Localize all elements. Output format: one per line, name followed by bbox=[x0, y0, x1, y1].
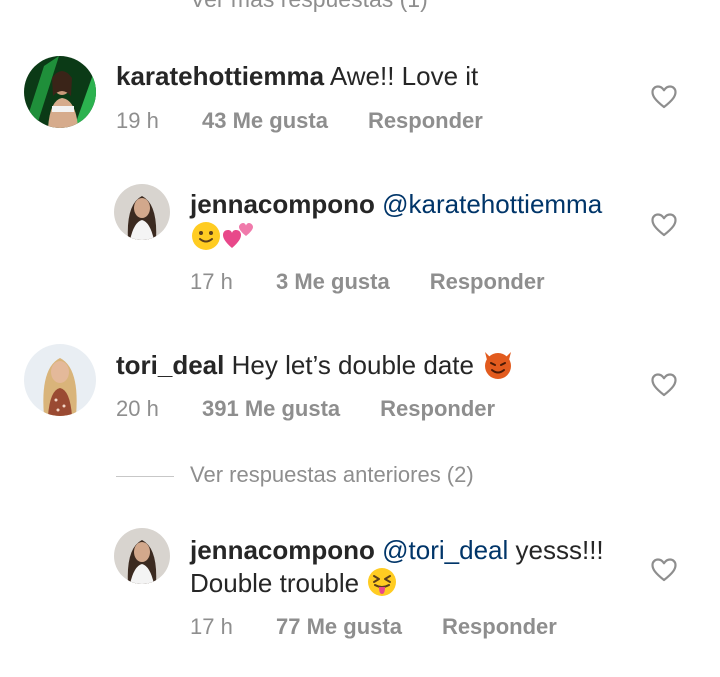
comment-meta: 17 h 3 Me gusta Responder bbox=[190, 269, 545, 295]
comment-likes[interactable]: 391 Me gusta bbox=[202, 396, 340, 422]
avatar[interactable] bbox=[114, 184, 170, 240]
comment-time: 17 h bbox=[190, 614, 233, 639]
thread-divider bbox=[116, 476, 174, 477]
mention-link[interactable]: @tori_deal bbox=[382, 535, 508, 565]
like-heart-icon[interactable] bbox=[651, 85, 677, 109]
avatar[interactable] bbox=[24, 344, 96, 416]
comment-meta: 20 h 391 Me gusta Responder bbox=[116, 396, 495, 422]
two-hearts-icon bbox=[222, 220, 256, 259]
like-heart-icon[interactable] bbox=[651, 373, 677, 397]
comment-username[interactable]: karatehottiemma bbox=[116, 61, 324, 91]
avatar-image bbox=[114, 528, 170, 584]
slightly-smiling-face-icon bbox=[190, 220, 222, 259]
comment-time: 20 h bbox=[116, 396, 159, 421]
comment-body: Hey let’s double date bbox=[231, 350, 474, 380]
comment-username[interactable]: jennacompono bbox=[190, 189, 375, 219]
comment-username[interactable]: jennacompono bbox=[190, 535, 375, 565]
comment-text: karatehottiemma Awe!! Love it bbox=[116, 60, 636, 92]
comment-likes[interactable]: 3 Me gusta bbox=[276, 269, 390, 295]
reply-button[interactable]: Responder bbox=[442, 614, 557, 640]
squinting-face-with-tongue-icon bbox=[366, 566, 398, 605]
view-previous-replies-link[interactable]: Ver respuestas anteriores (2) bbox=[190, 462, 474, 488]
like-heart-icon[interactable] bbox=[651, 558, 677, 582]
comment-body: Awe!! Love it bbox=[329, 61, 479, 91]
avatar-image bbox=[114, 184, 170, 240]
view-more-replies-link[interactable]: Ver más respuestas (1) bbox=[190, 0, 428, 13]
reply-button[interactable]: Responder bbox=[380, 396, 495, 422]
comment-body-line1: yesss!!! bbox=[515, 535, 604, 565]
like-heart-icon[interactable] bbox=[651, 213, 677, 237]
comment-time: 17 h bbox=[190, 269, 233, 294]
avatar-image bbox=[24, 56, 96, 128]
comment-meta: 19 h 43 Me gusta Responder bbox=[116, 108, 483, 134]
comment-time: 19 h bbox=[116, 108, 159, 133]
comment-text: jennacompono @karatehottiemma bbox=[190, 188, 640, 259]
comment-text: jennacompono @tori_deal yesss!!! Double … bbox=[190, 534, 640, 605]
mention-link[interactable]: @karatehottiemma bbox=[382, 189, 602, 219]
comment-likes[interactable]: 43 Me gusta bbox=[202, 108, 328, 134]
smiling-imp-icon bbox=[481, 348, 515, 387]
reply-button[interactable]: Responder bbox=[430, 269, 545, 295]
avatar[interactable] bbox=[24, 56, 96, 128]
comment-meta: 17 h 77 Me gusta Responder bbox=[190, 614, 557, 640]
comment-text: tori_deal Hey let’s double date bbox=[116, 348, 636, 387]
comment-username[interactable]: tori_deal bbox=[116, 350, 224, 380]
avatar[interactable] bbox=[114, 528, 170, 584]
reply-button[interactable]: Responder bbox=[368, 108, 483, 134]
comment-likes[interactable]: 77 Me gusta bbox=[276, 614, 402, 640]
comment-body-line2: Double trouble bbox=[190, 568, 360, 598]
comments-screen: Ver más respuestas (1) karatehottiemma A… bbox=[0, 0, 720, 677]
avatar-image bbox=[24, 344, 96, 416]
